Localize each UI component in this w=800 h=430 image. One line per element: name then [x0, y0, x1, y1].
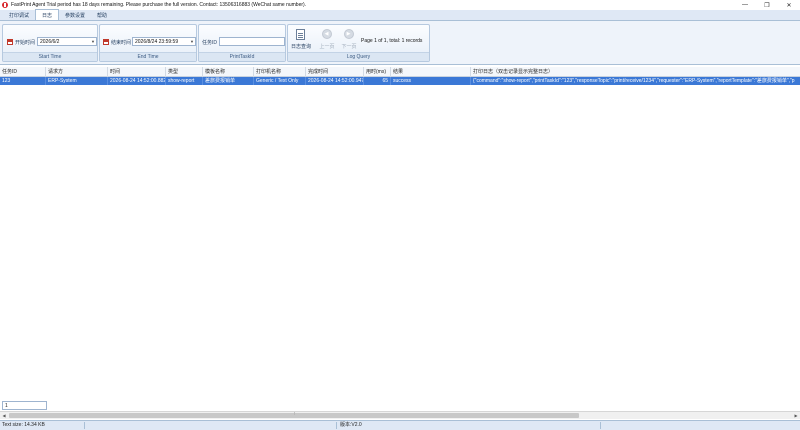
window-title: FastPrint Agent Trial period has 18 days… [11, 2, 307, 8]
cell-requester: ERP-System [46, 77, 108, 85]
close-button[interactable]: ✕ [778, 0, 800, 10]
next-page-button[interactable]: ▶ 下一页 [338, 27, 360, 55]
cell-time: 2026-08-24 14:52:00.882 [110, 77, 166, 85]
task-id-caption: PrintTaskId [199, 52, 285, 61]
prev-page-label: 上一页 [319, 44, 335, 50]
horizontal-scrollbar[interactable]: ◀ ▶ [0, 411, 800, 419]
end-time-picker[interactable]: 2026/8/24 23:59:59 ▼ [132, 37, 196, 46]
table-row[interactable]: 123 ERP-System 2026-08-24 14:52:00.882 s… [0, 77, 800, 85]
page-number-input[interactable]: 1 [2, 401, 47, 410]
task-id-label: 任务ID [202, 40, 218, 46]
cell-task-id: 123 [0, 77, 46, 85]
tab-settings[interactable]: 参数设置 [59, 10, 91, 20]
start-time-caption: Start Time [3, 52, 97, 61]
log-query-label: 日志查询 [290, 44, 311, 50]
chevron-down-icon[interactable]: ▼ [190, 38, 194, 46]
column-header-requester[interactable]: 请求方 [46, 67, 108, 77]
scroll-right-icon[interactable]: ▶ [792, 412, 800, 419]
app-logo-icon [2, 2, 8, 8]
tab-help[interactable]: 帮助 [91, 10, 113, 20]
calendar-icon [103, 39, 109, 45]
column-header-task-id[interactable]: 任务ID [0, 67, 46, 77]
scrollbar-thumb[interactable] [9, 411, 579, 418]
tab-log[interactable]: 日志 [35, 9, 60, 20]
status-divider [336, 422, 337, 429]
chevron-down-icon[interactable]: ▼ [91, 38, 95, 46]
status-divider [84, 422, 85, 429]
cell-duration: 65 [364, 77, 391, 85]
ribbon-tabs: 打印调试 日志 参数设置 帮助 [0, 9, 800, 21]
log-query-caption: Log Query [288, 52, 429, 61]
arrow-right-icon: ▶ [343, 29, 354, 39]
cell-result: success [391, 77, 471, 85]
column-header-duration[interactable]: 用时(ms) [364, 67, 391, 77]
start-time-label: 开始时间 [15, 40, 36, 46]
log-query-button[interactable]: 日志查询 [290, 27, 312, 55]
version-status: 版本:V2.0 [340, 422, 362, 428]
ribbon-panel: 开始时间 2026/6/2 ▼ Start Time 结束时间 2026/8/2… [0, 21, 800, 65]
column-header-type[interactable]: 类型 [166, 67, 203, 77]
page-info: Page 1 of 1, total: 1 records [361, 38, 423, 44]
end-time-label: 结束时间 [111, 40, 132, 46]
cell-printer: Generic / Text Only [254, 77, 306, 85]
document-search-icon [295, 29, 305, 40]
task-id-group: 任务ID PrintTaskId [198, 24, 286, 62]
cell-finish-time: 2026-08-24 14:52:00.947 [308, 77, 364, 85]
calendar-icon [7, 39, 13, 45]
start-time-value: 2026/6/2 [40, 39, 60, 45]
end-time-caption: End Time [100, 52, 196, 61]
arrow-left-icon: ◀ [321, 29, 332, 39]
column-header-time[interactable]: 时间 [108, 67, 166, 77]
prev-page-button[interactable]: ◀ 上一页 [316, 27, 338, 55]
column-header-printer[interactable]: 打印机名称 [254, 67, 306, 77]
next-page-label: 下一页 [341, 44, 357, 50]
status-bar: Text size: 14.34 KB 版本:V2.0 [0, 420, 800, 430]
title-bar: FastPrint Agent Trial period has 18 days… [0, 0, 800, 10]
window-controls: — ❐ ✕ [734, 0, 800, 10]
start-time-group: 开始时间 2026/6/2 ▼ Start Time [2, 24, 98, 62]
start-time-picker[interactable]: 2026/6/2 ▼ [37, 37, 97, 46]
end-time-value: 2026/8/24 23:59:59 [135, 39, 179, 45]
cell-template: 差旅费报销单 [203, 77, 254, 85]
log-query-group: 日志查询 ◀ 上一页 ▶ 下一页 Page 1 of 1, total: 1 r… [287, 24, 430, 62]
text-size-status: Text size: 14.34 KB [2, 422, 45, 428]
task-id-input[interactable] [219, 37, 285, 46]
minimize-button[interactable]: — [734, 0, 756, 10]
column-header-result[interactable]: 结果 [391, 67, 471, 77]
column-header-template[interactable]: 模板名称 [203, 67, 254, 77]
column-header-finish-time[interactable]: 完成时间 [306, 67, 364, 77]
cell-print-log: {"command":"show-report","printTaskId":"… [473, 78, 795, 84]
scroll-left-icon[interactable]: ◀ [0, 412, 8, 419]
cell-type: show-report [166, 77, 203, 85]
status-divider [600, 422, 601, 429]
end-time-group: 结束时间 2026/8/24 23:59:59 ▼ End Time [99, 24, 197, 62]
tab-print-debug[interactable]: 打印调试 [3, 10, 35, 20]
log-grid: 任务ID 请求方 时间 类型 模板名称 打印机名称 完成时间 用时(ms) 结果… [0, 67, 800, 400]
maximize-button[interactable]: ❐ [756, 0, 778, 10]
grid-header: 任务ID 请求方 时间 类型 模板名称 打印机名称 完成时间 用时(ms) 结果… [0, 67, 800, 77]
column-header-print-log[interactable]: 打印日志（双击记录显示完整日志） [471, 67, 800, 77]
